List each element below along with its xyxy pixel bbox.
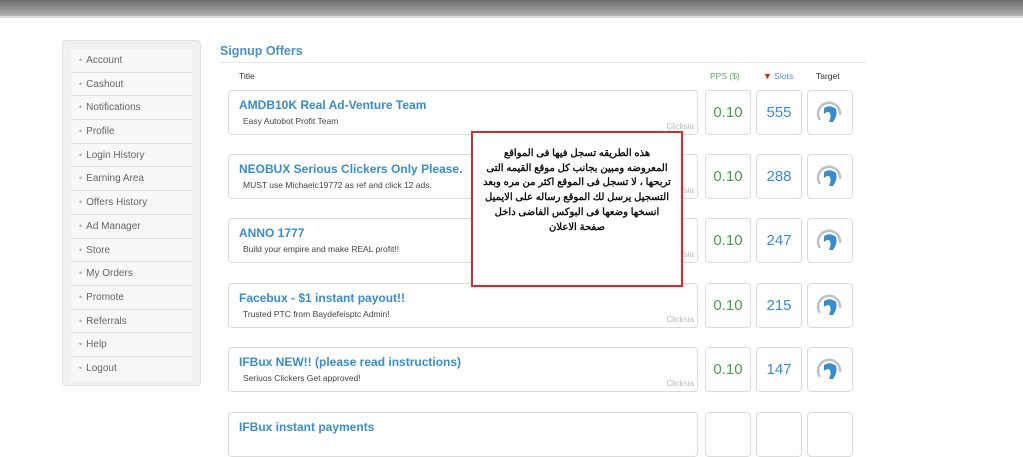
- sidebar-item-logout[interactable]: • Logout: [71, 356, 192, 381]
- bullet-icon: •: [79, 315, 83, 326]
- target-button[interactable]: [807, 154, 853, 199]
- target-button[interactable]: [807, 218, 853, 263]
- pps-value: 0.10: [705, 90, 751, 135]
- column-header-slots-label: Slots: [774, 71, 794, 81]
- table-row: IFBux instant payments: [228, 412, 853, 457]
- offer-box[interactable]: IFBux NEW!! (please read instructions) S…: [228, 347, 698, 392]
- sidebar-item-login-history[interactable]: • Login History: [71, 143, 192, 168]
- target-logo-icon: [816, 101, 842, 122]
- offer-source: Clicksia: [666, 315, 694, 324]
- column-header-slots[interactable]: ▼ Slots: [763, 71, 793, 81]
- offer-box[interactable]: Facebux - $1 instant payout!! Trusted PT…: [228, 283, 698, 328]
- sidebar-item-label: Earning Area: [86, 173, 144, 185]
- bullet-icon: •: [79, 173, 83, 184]
- offer-description: Seriuos Clickers Get approved!: [243, 373, 361, 383]
- pps-value: [705, 412, 751, 457]
- sidebar-item-label: Notifications: [86, 102, 141, 114]
- table-row: Facebux - $1 instant payout!! Trusted PT…: [228, 283, 853, 328]
- column-header-target: Target: [816, 71, 840, 81]
- table-row: AMDB10K Real Ad-Venture Team Easy Autobo…: [228, 90, 853, 135]
- pps-value: 0.10: [705, 283, 751, 328]
- sidebar-item-label: Account: [86, 55, 123, 66]
- offer-description: Easy Autobot Profit Team: [243, 116, 339, 126]
- sidebar-item-offers-history[interactable]: • Offers History: [71, 191, 192, 215]
- sidebar-item-label: Cashout: [86, 78, 124, 90]
- bullet-icon: •: [79, 291, 83, 302]
- target-button[interactable]: [807, 412, 853, 457]
- offer-title[interactable]: IFBux instant payments: [239, 420, 374, 434]
- sidebar-item-label: Ad Manager: [86, 220, 141, 232]
- bullet-icon: •: [79, 102, 83, 113]
- sidebar-item-account[interactable]: • Account: [71, 49, 192, 73]
- sidebar-item-store[interactable]: • Store: [71, 238, 192, 263]
- slots-value: [756, 412, 802, 457]
- offer-title[interactable]: ANNO 1777: [239, 226, 304, 240]
- bullet-icon: •: [79, 220, 83, 231]
- top-banner: [0, 0, 1023, 18]
- offer-source: Clicksia: [666, 379, 694, 388]
- sidebar-item-label: Logout: [86, 362, 117, 374]
- slots-value: 288: [756, 154, 802, 199]
- sidebar-item-label: Profile: [86, 126, 115, 138]
- target-logo-icon: [816, 165, 842, 186]
- offer-title[interactable]: NEOBUX Serious Clickers Only Please.: [239, 162, 462, 176]
- sidebar-item-label: Login History: [86, 149, 145, 161]
- sidebar-item-label: Promote: [86, 291, 124, 303]
- bullet-icon: •: [79, 197, 83, 208]
- pps-value: 0.10: [705, 218, 751, 263]
- offer-source: Clicksia: [666, 122, 694, 131]
- table-row: IFBux NEW!! (please read instructions) S…: [228, 347, 853, 392]
- sidebar-item-notifications[interactable]: • Notifications: [71, 96, 192, 121]
- sidebar-item-cashout[interactable]: • Cashout: [71, 72, 192, 97]
- sort-down-icon: ▼: [763, 71, 772, 81]
- offer-box[interactable]: AMDB10K Real Ad-Venture Team Easy Autobo…: [228, 90, 698, 135]
- sidebar-item-promote[interactable]: • Promote: [71, 285, 192, 310]
- sidebar-item-label: Help: [86, 339, 107, 351]
- slots-value: 147: [756, 347, 802, 392]
- target-logo-icon: [816, 358, 842, 379]
- bullet-icon: •: [79, 244, 83, 255]
- sidebar-item-help[interactable]: • Help: [71, 333, 192, 357]
- target-button[interactable]: [807, 90, 853, 135]
- offer-description: Trusted PTC from Baydefeisptc Admin!: [243, 309, 390, 319]
- target-button[interactable]: [807, 347, 853, 392]
- target-button[interactable]: [807, 283, 853, 328]
- bullet-icon: •: [79, 268, 83, 279]
- offer-description: MUST use Michaelc19772 as ref and click …: [243, 180, 432, 190]
- bullet-icon: •: [79, 126, 83, 137]
- sidebar-item-label: Referrals: [86, 315, 127, 327]
- offer-title[interactable]: Facebux - $1 instant payout!!: [239, 291, 405, 305]
- sidebar-item-label: My Orders: [86, 268, 133, 280]
- offer-box[interactable]: IFBux instant payments: [228, 412, 698, 457]
- bullet-icon: •: [79, 362, 83, 373]
- target-logo-icon: [816, 229, 842, 250]
- bullet-icon: •: [79, 149, 83, 160]
- sidebar-item-ad-manager[interactable]: • Ad Manager: [71, 214, 192, 239]
- page-title: Signup Offers: [220, 44, 303, 58]
- sidebar-item-label: Offers History: [86, 197, 148, 209]
- offer-description: Build your empire and make REAL profit!!: [243, 244, 400, 254]
- pps-value: 0.10: [705, 154, 751, 199]
- slots-value: 247: [756, 218, 802, 263]
- target-logo-icon: [816, 294, 842, 315]
- account-sidebar: • Account • Cashout • Notifications • Profil…: [62, 40, 201, 386]
- bullet-icon: •: [79, 339, 83, 350]
- sidebar-item-profile[interactable]: • Profile: [71, 120, 192, 144]
- divider: [220, 62, 866, 63]
- column-header-title: Title: [239, 71, 255, 81]
- offer-title[interactable]: IFBux NEW!! (please read instructions): [239, 355, 461, 369]
- instruction-note: هذه الطريقه تسجل فيها فى المواقع المعروض…: [471, 131, 683, 287]
- bullet-icon: •: [79, 55, 83, 65]
- bullet-icon: •: [79, 78, 83, 89]
- slots-value: 555: [756, 90, 802, 135]
- offer-title[interactable]: AMDB10K Real Ad-Venture Team: [239, 98, 426, 112]
- sidebar-item-label: Store: [86, 244, 111, 256]
- sidebar-item-referrals[interactable]: • Referrals: [71, 309, 192, 334]
- sidebar-item-earning-area[interactable]: • Earning Area: [71, 167, 192, 192]
- column-header-pps[interactable]: PPS ($): [710, 71, 740, 81]
- slots-value: 215: [756, 283, 802, 328]
- sidebar-item-my-orders[interactable]: • My Orders: [71, 262, 192, 286]
- pps-value: 0.10: [705, 347, 751, 392]
